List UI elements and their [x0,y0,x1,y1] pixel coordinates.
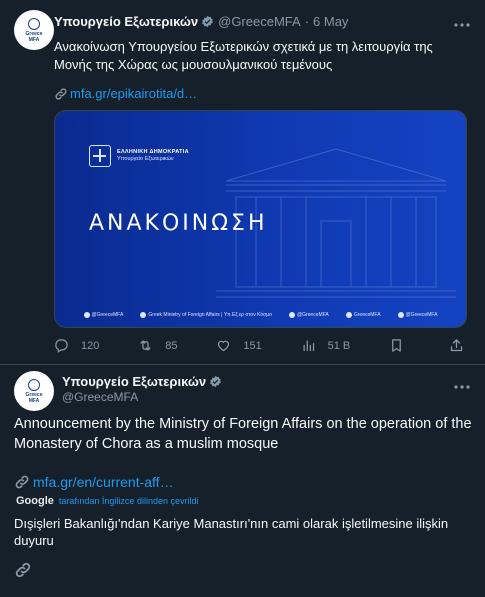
link-text[interactable]: mfa.gr/en/current-aff… [33,474,174,490]
card-org-line1: ΕΛΛΗΝΙΚΗ ΔΗΜΟΚΡΑΤΙΑ [117,149,189,155]
link-text[interactable]: mfa.gr/epikairotita/d… [70,86,197,101]
views-icon [301,338,322,353]
instagram-icon [289,312,295,318]
tweet2-link[interactable]: mfa.gr/en/current-aff… [14,474,174,490]
avatar-text-line2: MFA [28,36,40,43]
repost-icon [138,338,159,353]
share-button[interactable] [449,338,470,353]
facebook-icon [83,312,90,318]
verified-badge-icon [201,15,214,28]
like-icon [216,338,237,353]
translated-text: Dışişleri Bakanlığı'ndan Kariye Manastır… [14,516,449,548]
reply-count: 120 [81,339,100,352]
repost-count: 85 [165,339,178,352]
bookmark-icon [389,338,410,353]
handle[interactable]: @GreeceMFA [62,390,138,404]
repost-button[interactable]: 85 [138,338,177,353]
like-count: 151 [243,339,262,352]
avatar[interactable]: Greece MFA [14,371,54,411]
tweet-header: Υπουργείο Εξωτερικών @GreeceMFA · 6 May [54,14,348,29]
views-button[interactable]: 51 B [301,338,351,353]
share-icon [449,338,470,353]
timestamp[interactable]: 6 May [313,14,348,29]
avatar[interactable]: Greece MFA [14,10,54,50]
tweet-text: Ανακοίνωση Υπουργείου Εξωτερικών σχετικά… [54,39,433,72]
link-icon [14,474,30,490]
tweet2-text: Announcement by the Ministry of Foreign … [14,416,472,452]
bookmark-button[interactable] [389,338,410,353]
tweet2-header: Υπουργείο Εξωτερικών [62,374,226,389]
card-footer-item: @GreeceMFA [289,312,329,318]
link-icon [54,87,68,101]
handle[interactable]: @GreeceMFA [218,14,301,29]
more-icon[interactable] [454,18,470,28]
link-icon[interactable] [14,561,32,584]
translation-notice[interactable]: Google tarafından İngilizce dilinden çev… [16,495,198,507]
card-org-header: ΕΛΛΗΝΙΚΗ ΔΗΜΟΚΡΑΤΙΑ Υπουργείο Εξωτερικών [89,145,189,167]
card-footer-item: Greek Ministry of Foreign Affairs | Υπ.Ε… [140,312,272,318]
reply-icon [54,338,75,353]
verified-badge-icon [209,375,222,388]
tweet-link[interactable]: mfa.gr/epikairotita/d… [54,86,197,101]
translation-label[interactable]: tarafından İngilizce dilinden çevrildi [59,496,199,506]
card-footer-item: GreeceMFA [345,312,381,318]
card-footer-item: @GreeceMFA [397,312,437,318]
card-footer-item: @GreeceMFA [83,312,123,318]
card-footer: @GreeceMFA Greek Ministry of Foreign Aff… [55,303,466,327]
announcement-image-card[interactable]: ΕΛΛΗΝΙΚΗ ΔΗΜΟΚΡΑΤΙΑ Υπουργείο Εξωτερικών… [54,110,467,328]
more-icon[interactable] [454,380,470,390]
display-name[interactable]: Υπουργείο Εξωτερικών [62,374,206,389]
like-button[interactable]: 151 [216,338,262,353]
linkedin-icon [345,312,352,318]
tweet-greek[interactable]: Greece MFA Υπουργείο Εξωτερικών @GreeceM… [0,0,485,365]
youtube-icon [397,312,404,318]
tweet-actions: 120 85 151 51 B [54,338,470,353]
card-org-line2: Υπουργείο Εξωτερικών [117,156,174,162]
greek-emblem-icon [89,145,111,167]
emblem-icon [28,17,40,30]
card-title: ΑΝΑΚΟΙΝΩΣΗ [89,211,268,236]
separator-dot: · [304,14,310,29]
views-count: 51 B [327,339,351,352]
reply-button[interactable]: 120 [54,338,99,353]
display-name[interactable]: Υπουργείο Εξωτερικών [54,14,198,29]
avatar-text-line2: MFA [28,397,40,404]
google-logo: Google [16,495,54,507]
emblem-icon [28,378,40,391]
globe-icon [140,312,147,318]
